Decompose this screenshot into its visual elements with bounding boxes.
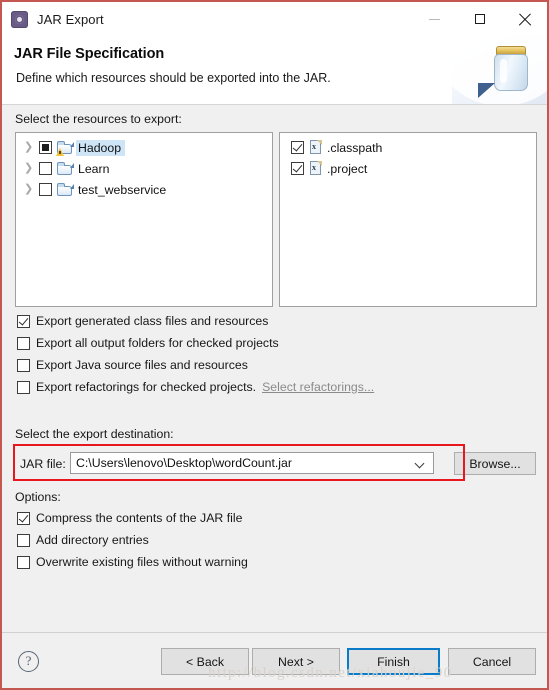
finish-button[interactable]: Finish [347,648,440,675]
select-refactorings-link[interactable]: Select refactorings... [262,380,374,394]
checkbox-compress-contents[interactable] [17,511,30,525]
dialog-content: Select the resources to export: ❯ Hadoop… [2,105,547,688]
checkbox-overwrite-existing-files[interactable] [17,555,30,569]
checkbox-export-refactorings[interactable] [17,380,30,394]
option-label: Overwrite existing files without warning [36,555,248,569]
option-export-all-output-folders[interactable]: Export all output folders for checked pr… [17,336,279,350]
jar-file-label: JAR file: [20,457,66,471]
option-label: Export generated class files and resourc… [36,314,269,328]
checkbox-add-directory-entries[interactable] [17,533,30,547]
jar-export-dialog: JAR Export JAR File Specification Define… [0,0,549,690]
window-controls [412,2,547,36]
tree-item-hadoop[interactable]: ❯ Hadoop [16,137,272,158]
jar-illustration-icon [437,36,547,104]
checkbox-export-java-source-files[interactable] [17,358,30,372]
next-button[interactable]: Next > [252,648,340,675]
option-overwrite-existing-files[interactable]: Overwrite existing files without warning [17,555,248,569]
help-icon[interactable]: ? [18,651,39,672]
page-title: JAR File Specification [14,46,165,62]
file-list-panel[interactable]: x .classpath x .project [279,132,537,307]
close-button[interactable] [502,2,547,36]
tree-checkbox-learn[interactable] [39,162,52,175]
chevron-right-icon[interactable]: ❯ [22,184,39,195]
cancel-button[interactable]: Cancel [448,648,536,675]
tree-item-learn[interactable]: ❯ Learn [16,158,272,179]
checkbox-export-generated-class-files[interactable] [17,314,30,328]
browse-button[interactable]: Browse... [454,452,536,475]
option-compress-contents[interactable]: Compress the contents of the JAR file [17,511,242,525]
option-add-directory-entries[interactable]: Add directory entries [17,533,149,547]
minimize-button[interactable] [412,2,457,36]
destination-label: Select the export destination: [15,427,174,441]
jar-export-gear-icon [11,10,28,28]
chevron-right-icon[interactable]: ❯ [22,142,39,153]
maximize-icon [474,14,485,24]
file-icon-letter: x [312,142,316,151]
tree-checkbox-hadoop[interactable] [39,141,52,154]
xml-file-icon: x [309,140,323,155]
tree-item-label: test_webservice [78,182,167,197]
option-export-refactorings[interactable]: Export refactorings for checked projects… [17,380,374,394]
checkbox-export-all-output-folders[interactable] [17,336,30,350]
file-item-classpath[interactable]: x .classpath [280,137,536,158]
project-tree-panel[interactable]: ❯ Hadoop ❯ Learn ❯ test_webservice [15,132,273,307]
option-label: Compress the contents of the JAR file [36,511,243,525]
tree-item-label: Learn [78,161,110,176]
project-folder-icon [57,161,74,176]
maximize-button[interactable] [457,2,502,36]
back-button[interactable]: < Back [161,648,249,675]
chevron-right-icon[interactable]: ❯ [22,163,39,174]
file-item-label: .project [327,161,368,176]
window-title: JAR Export [37,11,104,27]
options-label: Options: [15,490,61,504]
file-item-project[interactable]: x .project [280,158,536,179]
option-label: Export refactorings for checked projects… [36,380,257,394]
xml-file-icon: x [309,161,323,176]
minimize-icon [429,18,440,20]
title-bar: JAR Export [2,2,547,36]
option-label: Export Java source files and resources [36,358,248,372]
jar-file-input[interactable]: C:\Users\lenovo\Desktop\wordCount.jar [71,456,292,470]
resources-label: Select the resources to export: [15,112,182,126]
option-label: Add directory entries [36,533,149,547]
jar-file-combo[interactable]: C:\Users\lenovo\Desktop\wordCount.jar [70,452,434,474]
tree-checkbox-test-webservice[interactable] [39,183,52,196]
project-folder-icon [56,140,74,156]
page-subtitle: Define which resources should be exporte… [16,71,331,85]
button-bar-separator [2,632,547,633]
arrow-icon [478,83,495,98]
option-export-generated-class-files[interactable]: Export generated class files and resourc… [17,314,268,328]
tree-item-label: Hadoop [76,139,126,156]
tree-item-test-webservice[interactable]: ❯ test_webservice [16,179,272,200]
project-folder-icon [57,182,74,197]
file-checkbox-classpath[interactable] [291,141,304,154]
file-checkbox-project[interactable] [291,162,304,175]
option-export-java-source-files[interactable]: Export Java source files and resources [17,358,248,372]
option-label: Export all output folders for checked pr… [36,336,279,350]
file-icon-letter: x [312,163,316,172]
wizard-banner: JAR File Specification Define which reso… [2,36,547,105]
file-item-label: .classpath [327,140,383,155]
close-icon [518,13,531,26]
chevron-down-icon[interactable] [416,459,425,468]
